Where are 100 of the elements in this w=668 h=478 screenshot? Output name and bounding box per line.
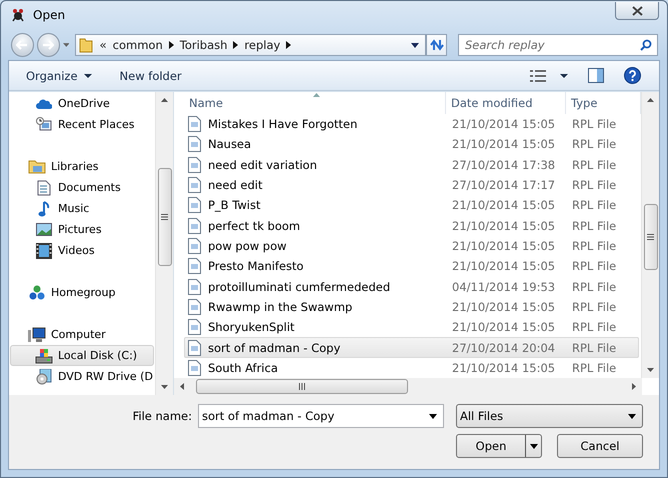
organize-menu[interactable]: Organize [18, 64, 100, 86]
file-icon [188, 298, 201, 315]
breadcrumb-item[interactable]: common [112, 38, 163, 52]
hard-drive-icon [35, 348, 53, 364]
nav-item[interactable]: Documents [10, 177, 154, 198]
file-name: P_B Twist [208, 198, 260, 212]
date-cell-text: 21/10/2014 15:05 [451, 198, 556, 212]
nav-item[interactable]: Pictures [10, 219, 154, 240]
scroll-up-icon[interactable] [647, 98, 654, 102]
caret-icon [560, 74, 568, 78]
type-cell-text: RPL File [571, 198, 618, 212]
scroll-down-icon[interactable] [161, 385, 168, 389]
breadcrumb-item[interactable]: Toribash [180, 38, 228, 52]
scroll-up-icon[interactable] [161, 98, 168, 102]
file-name: perfect tk boom [208, 218, 300, 233]
type-cell-text: RPL File [571, 117, 618, 132]
history-dropdown-icon[interactable] [62, 43, 70, 47]
breadcrumb-arrow-icon [286, 41, 292, 49]
caret-icon [84, 74, 92, 78]
file-name: need edit [208, 178, 262, 192]
file-name-field[interactable]: sort of madman - Copy [198, 404, 444, 428]
file-name: sort of madman - Copy [208, 340, 340, 355]
nav-scrollbar[interactable] [155, 92, 173, 395]
breadcrumb-arrow-icon [233, 41, 238, 49]
date-cell-text: 21/10/2014 15:05 [451, 320, 556, 334]
clock-computer-icon [36, 116, 52, 132]
dropdown-caret-icon [628, 414, 636, 418]
file-icon [188, 278, 201, 295]
file-row[interactable]: South Africa 21/10/2014 15:05 RPL File [184, 358, 639, 378]
new-folder-button[interactable]: New folder [112, 64, 190, 86]
file-name: protoilluminati cumfermededed [208, 280, 390, 294]
date-cell-text: 21/10/2014 15:05 [451, 259, 556, 274]
file-row[interactable]: perfect tk boom 21/10/2014 15:05 RPL File [184, 216, 639, 236]
file-row[interactable]: need edit variation 27/10/2014 17:38 RPL File [184, 154, 639, 175]
date-cell-text: 21/10/2014 15:05 [451, 218, 556, 233]
nav-item[interactable]: Videos [10, 240, 154, 261]
disc-drive-icon [36, 368, 52, 384]
file-row[interactable]: Presto Manifesto 21/10/2014 15:05 RPL File [184, 256, 639, 276]
right-arrow-icon [42, 40, 54, 50]
type-cell-text: RPL File [571, 280, 618, 294]
scroll-left-icon[interactable] [180, 383, 184, 390]
close-button[interactable] [615, 2, 659, 20]
file-type-dropdown[interactable]: All Files [456, 404, 643, 428]
file-row[interactable]: Mistakes I Have Forgotten 21/10/2014 15:05 RPL File [184, 114, 639, 134]
file-icon [188, 177, 201, 194]
date-cell-text: 27/10/2014 20:04 [451, 340, 556, 355]
file-row[interactable]: need edit 27/10/2014 17:17 RPL File [184, 174, 639, 196]
nav-item[interactable]: Libraries [10, 156, 154, 177]
nav-item[interactable]: Homegroup [10, 282, 154, 303]
file-icon [188, 319, 201, 336]
date-cell-text: 04/11/2014 19:53 [451, 280, 556, 294]
file-name: South Africa [208, 360, 278, 375]
search-field[interactable]: Search replay [458, 34, 658, 56]
scroll-down-icon[interactable] [647, 368, 654, 372]
file-row[interactable]: protoilluminati cumfermededed 04/11/2014 19:53 RPL File [184, 276, 639, 297]
nav-item[interactable]: DVD RW Drive (D [10, 366, 154, 387]
file-row[interactable]: Rwawmp in the Swawmp 21/10/2014 15:05 RPL File [184, 296, 639, 318]
cancel-button[interactable]: Cancel [557, 434, 643, 458]
column-header[interactable]: Date modified [446, 92, 566, 114]
file-icon [188, 258, 201, 274]
folder-icon [79, 37, 94, 53]
file-row[interactable]: ShoryukenSplit 21/10/2014 15:05 RPL File [184, 317, 639, 338]
left-arrow-icon [16, 40, 28, 50]
address-bar[interactable]: « common Toribash replay [75, 34, 426, 56]
help-icon [624, 67, 641, 84]
window-title: Open [33, 8, 66, 22]
breadcrumb-item[interactable]: replay [244, 38, 280, 52]
file-row[interactable]: pow pow pow 21/10/2014 15:05 RPL File [184, 236, 639, 256]
nav-item[interactable]: OneDrive [10, 93, 154, 114]
file-row[interactable]: P_B Twist 21/10/2014 15:05 RPL File [184, 195, 639, 216]
type-cell-text: RPL File [571, 360, 618, 375]
nav-item[interactable]: Music [10, 198, 154, 219]
address-dropdown-icon[interactable] [411, 42, 420, 48]
homegroup-icon [28, 284, 46, 300]
list-scrollbar[interactable] [641, 92, 659, 378]
overflow-chevron[interactable]: « [99, 38, 107, 52]
nav-item[interactable]: Recent Places [10, 114, 154, 135]
file-row[interactable]: sort of madman - Copy 27/10/2014 20:04 RPL File [184, 337, 639, 358]
app-icon [10, 7, 26, 23]
refresh-button[interactable] [426, 34, 447, 56]
nav-item[interactable]: Computer [10, 324, 154, 345]
open-button[interactable]: Open [456, 434, 542, 458]
music-note-icon [38, 200, 50, 216]
file-name: ShoryukenSplit [208, 320, 295, 334]
back-button[interactable] [11, 33, 34, 57]
scroll-grip-icon [647, 234, 654, 240]
date-cell-text: 27/10/2014 17:17 [451, 178, 556, 192]
horizontal-scrollbar[interactable] [174, 378, 642, 395]
nav-item[interactable]: Local Disk (C:) [10, 345, 154, 366]
document-icon [37, 180, 51, 196]
scroll-right-icon[interactable] [632, 383, 636, 390]
forward-button[interactable] [36, 33, 60, 57]
picture-icon [36, 223, 52, 236]
date-cell-text: 21/10/2014 15:05 [451, 137, 556, 152]
file-icon [188, 136, 201, 152]
file-row[interactable]: Nausea 21/10/2014 15:05 RPL File [184, 134, 639, 155]
type-cell-text: RPL File [571, 340, 618, 355]
type-cell-text: RPL File [571, 239, 618, 254]
scroll-grip-icon [299, 383, 305, 390]
type-cell-text: RPL File [571, 218, 618, 233]
